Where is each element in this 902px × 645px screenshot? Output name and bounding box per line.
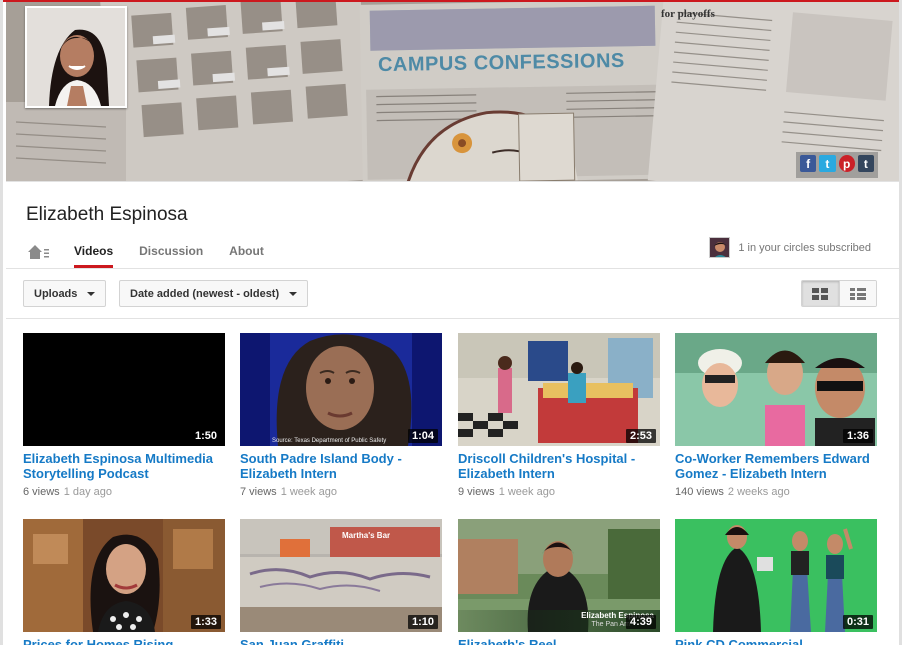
video-duration: 1:33 bbox=[190, 615, 221, 629]
video-age: 1 week ago bbox=[498, 486, 555, 498]
video-title[interactable]: Co-Worker Remembers Edward Gomez - Eliza… bbox=[675, 451, 877, 481]
chevron-down-icon bbox=[87, 291, 96, 296]
video-title[interactable]: Pink CD Commercial bbox=[675, 637, 877, 645]
social-links: f t p t bbox=[796, 152, 878, 178]
lower-third-subtitle: The Pan Am bbox=[591, 621, 630, 628]
channel-banner: CAMPUS CONFESSIONS for playoffs f t p t bbox=[6, 2, 899, 181]
video-duration: 1:10 bbox=[407, 615, 438, 629]
video-thumbnail[interactable]: 1:50 bbox=[23, 333, 225, 446]
tab-videos[interactable]: Videos bbox=[74, 236, 114, 268]
banner-art bbox=[6, 2, 899, 181]
thumbnail-sign: Martha's Bar bbox=[342, 531, 391, 540]
uploads-label: Uploads bbox=[34, 287, 78, 300]
video-title[interactable]: Elizabeth Espinosa Multimedia Storytelli… bbox=[23, 451, 225, 481]
subscription-info: 1 in your circles subscribed bbox=[709, 237, 871, 258]
video-thumbnail[interactable]: Elizabeth Espinosa The Pan Am 4:39 bbox=[458, 519, 660, 632]
video-card[interactable]: 0:31 Pink CD Commercial bbox=[675, 519, 877, 645]
tab-about[interactable]: About bbox=[229, 236, 264, 268]
avatar-portrait bbox=[27, 8, 125, 106]
video-thumbnail[interactable]: 2:53 bbox=[458, 333, 660, 446]
video-duration: 0:31 bbox=[842, 615, 873, 629]
video-duration: 1:36 bbox=[842, 429, 873, 443]
tab-discussion[interactable]: Discussion bbox=[139, 236, 203, 268]
twitter-icon[interactable]: t bbox=[819, 155, 836, 172]
pinterest-icon[interactable]: p bbox=[838, 155, 855, 172]
video-views: 7 views bbox=[240, 486, 277, 498]
channel-title[interactable]: Elizabeth Espinosa bbox=[26, 204, 188, 226]
video-thumbnail[interactable]: Source: Texas Department of Public Safet… bbox=[240, 333, 442, 446]
toolbar-divider bbox=[6, 318, 899, 319]
video-age: 1 day ago bbox=[63, 486, 113, 498]
video-meta: 140 views 2 weeks ago bbox=[675, 486, 877, 498]
video-meta: 6 views 1 day ago bbox=[23, 486, 225, 498]
video-meta: 7 views 1 week ago bbox=[240, 486, 442, 498]
video-duration: 4:39 bbox=[625, 615, 656, 629]
tabs-divider bbox=[6, 268, 899, 269]
video-age: 2 weeks ago bbox=[727, 486, 790, 498]
video-views: 140 views bbox=[675, 486, 724, 498]
video-title[interactable]: San Juan Graffiti bbox=[240, 637, 442, 645]
video-duration: 1:50 bbox=[190, 429, 221, 443]
subscription-text: 1 in your circles subscribed bbox=[738, 241, 871, 254]
video-views: 9 views bbox=[458, 486, 495, 498]
page-frame: CAMPUS CONFESSIONS for playoffs f t p t … bbox=[0, 0, 902, 645]
video-thumbnail[interactable]: 1:36 bbox=[675, 333, 877, 446]
video-card[interactable]: Source: Texas Department of Public Safet… bbox=[240, 333, 442, 498]
video-title[interactable]: Driscoll Children's Hospital - Elizabeth… bbox=[458, 451, 660, 481]
video-card[interactable]: Martha's Bar 1:10 San Juan Graffiti bbox=[240, 519, 442, 645]
video-thumbnail[interactable]: 1:33 bbox=[23, 519, 225, 632]
video-card[interactable]: Elizabeth Espinosa The Pan Am 4:39 Eliza… bbox=[458, 519, 660, 645]
sort-label: Date added (newest - oldest) bbox=[130, 287, 280, 300]
video-title[interactable]: Prices for Homes Rising bbox=[23, 637, 225, 645]
banner-headline: CAMPUS CONFESSIONS bbox=[377, 49, 625, 77]
video-duration: 1:04 bbox=[407, 429, 438, 443]
grid-view-icon bbox=[812, 287, 829, 300]
tumblr-icon[interactable]: t bbox=[857, 155, 874, 172]
sort-dropdown[interactable]: Date added (newest - oldest) bbox=[119, 280, 309, 307]
uploads-dropdown[interactable]: Uploads bbox=[23, 280, 107, 307]
channel-avatar[interactable] bbox=[25, 6, 127, 108]
list-view-icon bbox=[849, 287, 866, 300]
video-views: 6 views bbox=[23, 486, 60, 498]
list-view-button[interactable] bbox=[838, 281, 876, 306]
video-age: 1 week ago bbox=[280, 486, 337, 498]
video-duration: 2:53 bbox=[625, 429, 656, 443]
video-meta: 9 views 1 week ago bbox=[458, 486, 660, 498]
facebook-icon[interactable]: f bbox=[800, 155, 817, 172]
video-title[interactable]: South Padre Island Body - Elizabeth Inte… bbox=[240, 451, 442, 481]
video-thumbnail[interactable]: Martha's Bar 1:10 bbox=[240, 519, 442, 632]
chevron-down-icon bbox=[289, 291, 298, 296]
banner-small-text: for playoffs bbox=[661, 8, 715, 20]
grid-view-button[interactable] bbox=[802, 281, 839, 306]
home-icon[interactable] bbox=[26, 242, 50, 262]
video-thumbnail[interactable]: 0:31 bbox=[675, 519, 877, 632]
video-card[interactable]: 1:33 Prices for Homes Rising bbox=[23, 519, 225, 645]
view-toggle bbox=[801, 280, 877, 307]
video-title[interactable]: Elizabeth's Reel bbox=[458, 637, 660, 645]
video-card[interactable]: 1:36 Co-Worker Remembers Edward Gomez - … bbox=[675, 333, 877, 498]
thumbnail-caption: Source: Texas Department of Public Safet… bbox=[272, 438, 387, 444]
video-card[interactable]: 2:53 Driscoll Children's Hospital - Eliz… bbox=[458, 333, 660, 498]
banner-divider bbox=[6, 181, 899, 182]
subscriber-avatar[interactable] bbox=[709, 237, 731, 258]
channel-tabs: Videos Discussion About bbox=[26, 236, 290, 268]
video-card[interactable]: 1:50 Elizabeth Espinosa Multimedia Story… bbox=[23, 333, 225, 498]
